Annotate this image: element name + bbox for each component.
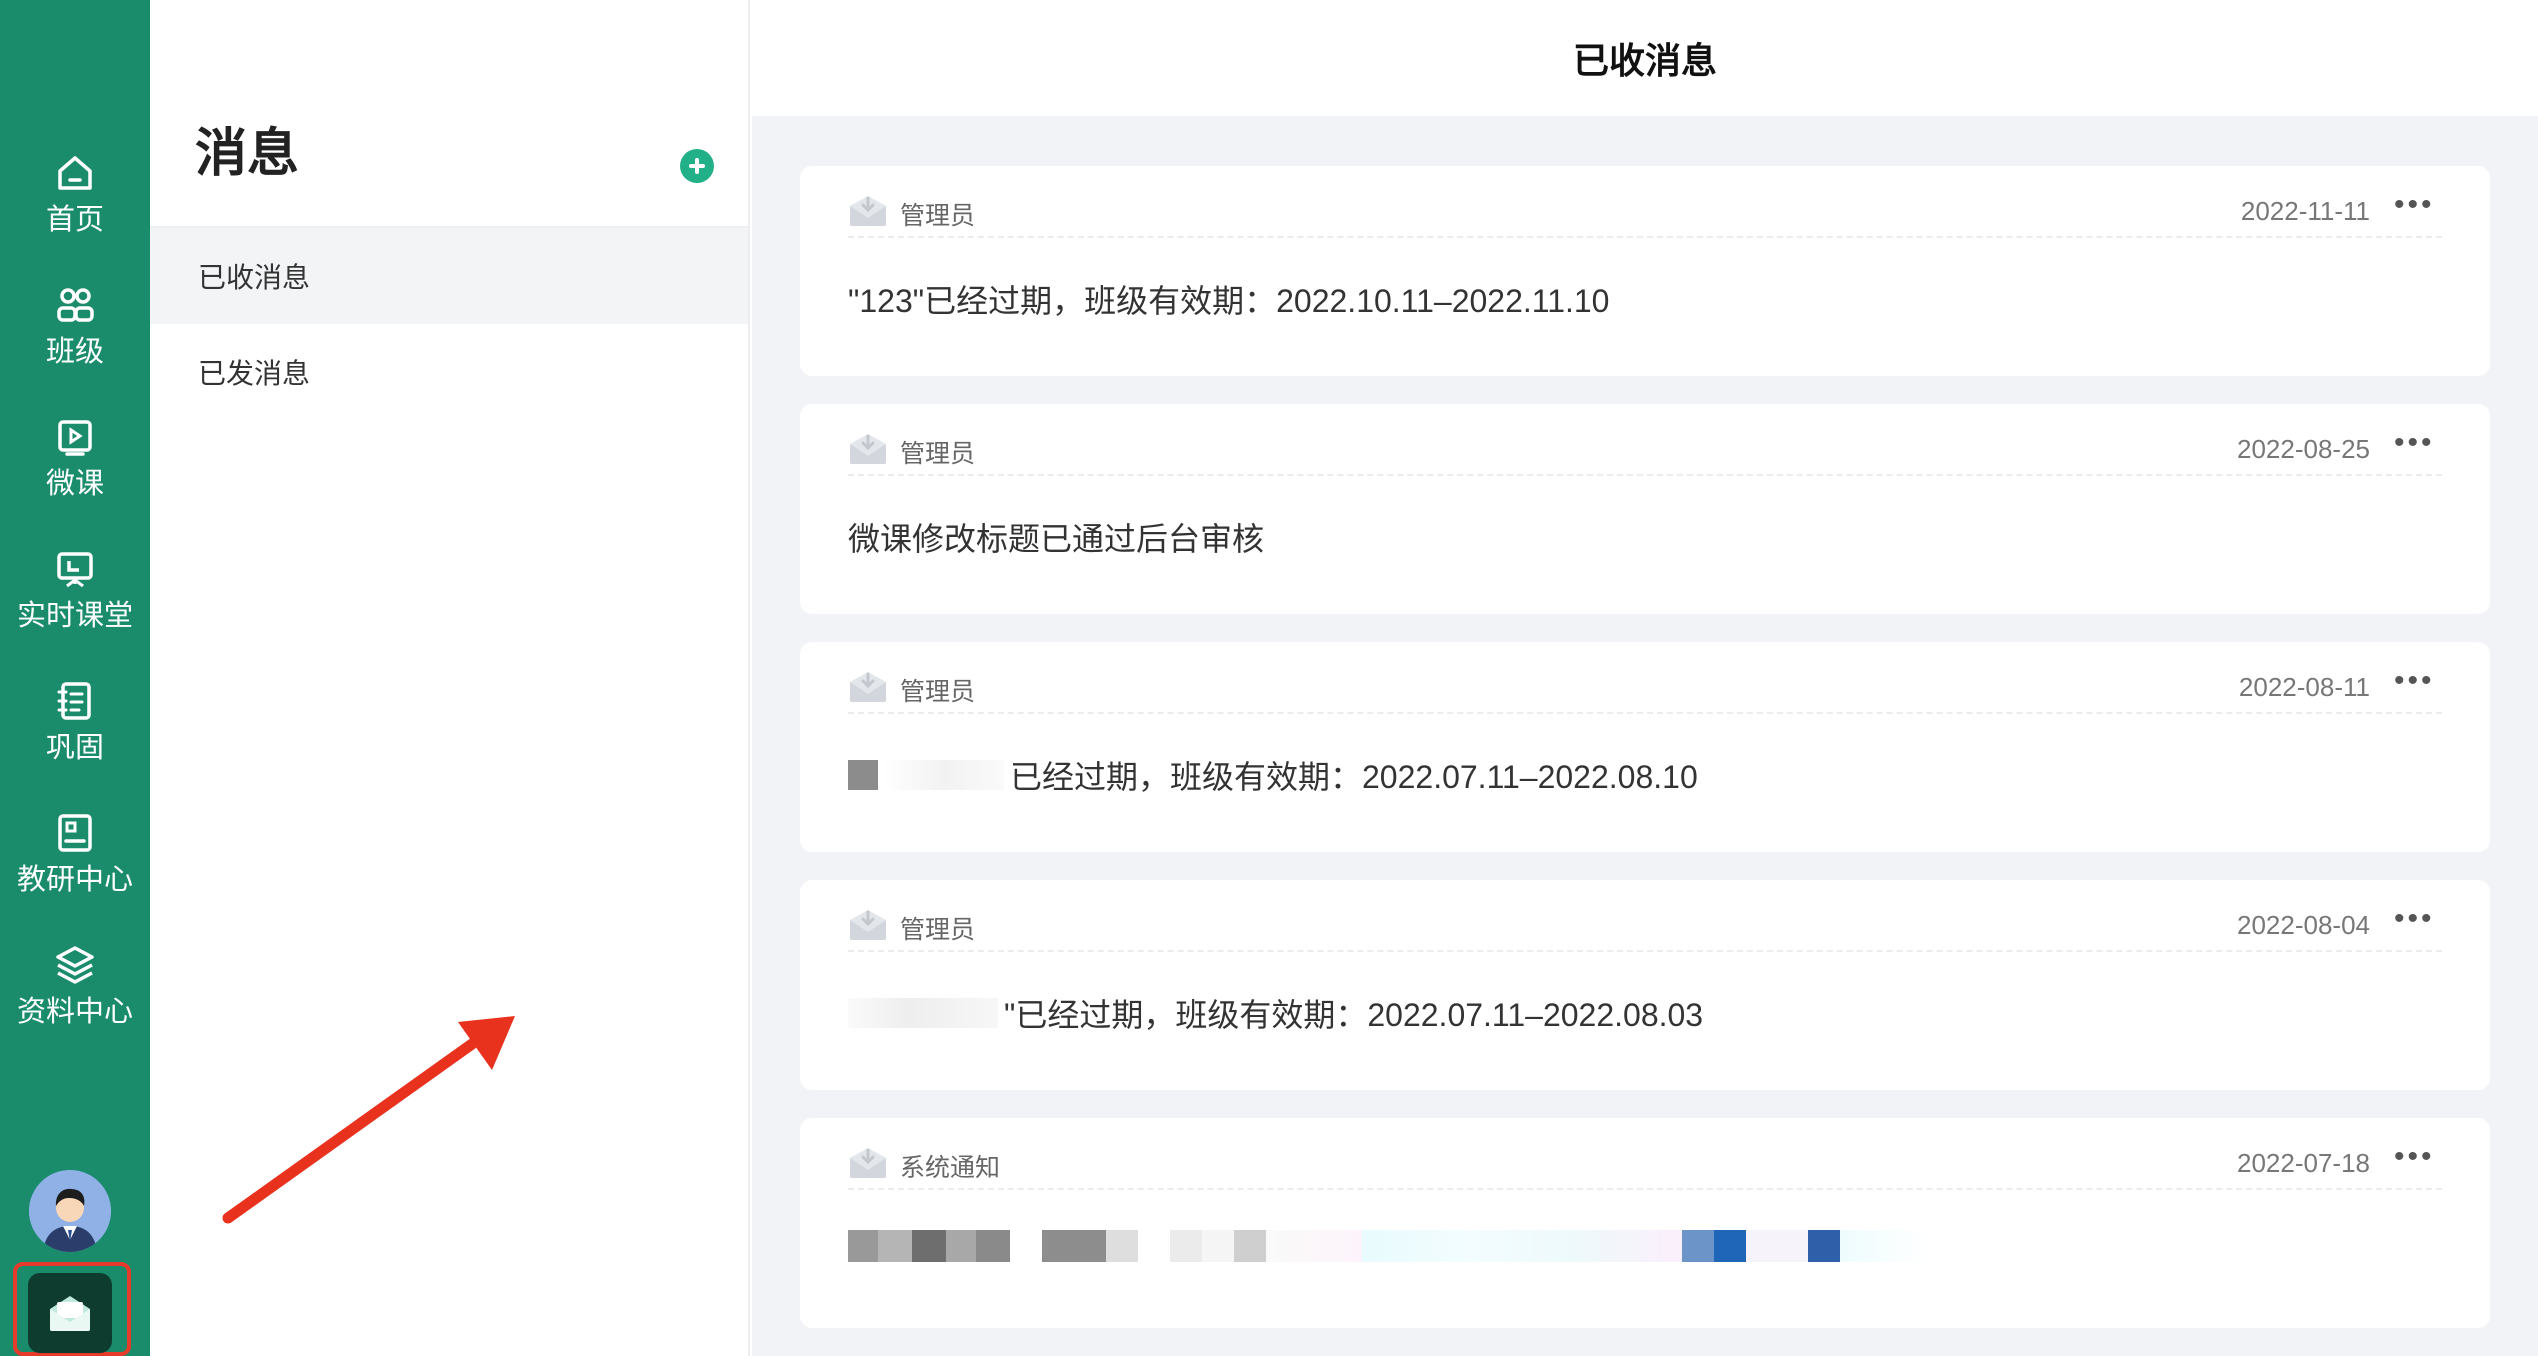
user-avatar[interactable]	[29, 1170, 111, 1252]
avatar-icon	[29, 1170, 111, 1252]
sidebar-title: 消息	[195, 125, 300, 183]
more-options-icon[interactable]: •••	[2394, 904, 2442, 938]
inbox-icon	[850, 672, 886, 702]
inbox-icon	[850, 434, 886, 464]
layers-icon	[56, 946, 94, 984]
research-icon	[58, 814, 92, 852]
micro-lesson-icon	[58, 420, 92, 456]
more-options-icon[interactable]: •••	[2394, 190, 2442, 224]
message-card[interactable]: 管理员 2022-08-04 ••• "已经过期，班级有效期：2022.07.1…	[800, 880, 2490, 1090]
inbox-icon	[850, 1148, 886, 1178]
mail-open-icon	[50, 1296, 90, 1331]
message-main: 已收消息 管理员 2022-11-11 ••• "123"已经过期，班级有效期：…	[752, 0, 2538, 1356]
message-date: 2022-11-11	[2240, 196, 2370, 226]
nav-research-center-label: 教研中心	[16, 864, 133, 896]
message-card[interactable]: 管理员 2022-08-11 ••• 已经过期，班级有效期：2022.07.11…	[800, 642, 2490, 852]
plus-circle-icon[interactable]	[680, 149, 714, 183]
message-card[interactable]: 系统通知 2022-07-18 •••	[800, 1118, 2490, 1328]
more-options-icon[interactable]: •••	[2394, 666, 2442, 700]
sidebar-item-sent[interactable]: 已发消息	[150, 324, 748, 420]
messages-button[interactable]	[28, 1273, 112, 1353]
message-card-header: 管理员 2022-11-11 •••	[848, 190, 2442, 238]
message-sender: 管理员	[900, 440, 976, 468]
nav-resource-center[interactable]: 资料中心	[0, 942, 150, 1062]
message-card-header: 系统通知 2022-07-18 •••	[848, 1142, 2442, 1190]
nav-class-label: 班级	[45, 336, 104, 368]
nav-resource-center-label: 资料中心	[16, 996, 133, 1028]
message-date: 2022-07-18	[2237, 1148, 2370, 1178]
message-sender: 管理员	[900, 916, 976, 944]
redacted-block	[848, 760, 878, 790]
message-card-header: 管理员 2022-08-04 •••	[848, 904, 2442, 952]
redacted-content	[848, 1230, 1988, 1262]
main-header: 已收消息	[752, 0, 2538, 116]
nav-research-center[interactable]: 教研中心	[0, 810, 150, 930]
message-text: "已经过期，班级有效期：2022.07.11–2022.08.03	[1004, 997, 1704, 1033]
message-content: "123"已经过期，班级有效期：2022.10.11–2022.11.10	[848, 276, 1609, 322]
message-sidebar: 消息 已收消息 已发消息	[150, 0, 750, 1356]
sidebar-item-received[interactable]: 已收消息	[150, 228, 748, 324]
message-card[interactable]: 管理员 2022-11-11 ••• "123"已经过期，班级有效期：2022.…	[800, 166, 2490, 376]
nav-class[interactable]: 班级	[0, 282, 150, 402]
message-card-header: 管理员 2022-08-25 •••	[848, 428, 2442, 476]
inbox-icon	[850, 910, 886, 940]
message-sender: 系统通知	[900, 1154, 1001, 1182]
redacted-block	[848, 998, 998, 1028]
message-content: "已经过期，班级有效期：2022.07.11–2022.08.03	[848, 990, 1703, 1036]
consolidate-icon	[57, 682, 91, 720]
live-class-icon	[57, 552, 93, 588]
nav-live-class[interactable]: 实时课堂	[0, 546, 150, 666]
redacted-block	[884, 760, 1004, 790]
nav-consolidate[interactable]: 巩固	[0, 678, 150, 798]
message-content: 微课修改标题已通过后台审核	[848, 514, 1264, 560]
message-content: 已经过期，班级有效期：2022.07.11–2022.08.10	[848, 752, 1698, 798]
message-text: 微课修改标题已通过后台审核	[848, 521, 1265, 557]
message-date: 2022-08-04	[2237, 910, 2370, 940]
nav-micro-lesson-label: 微课	[45, 468, 104, 500]
message-sender: 管理员	[900, 202, 976, 230]
nav-home-label: 首页	[45, 204, 104, 236]
message-text: "123"已经过期，班级有效期：2022.10.11–2022.11.10	[848, 283, 1610, 319]
sidebar-item-label: 已收消息	[198, 262, 311, 293]
nav-consolidate-label: 巩固	[45, 732, 104, 764]
sidebar-item-label: 已发消息	[198, 358, 311, 389]
message-date: 2022-08-11	[2238, 672, 2370, 702]
more-options-icon[interactable]: •••	[2394, 428, 2442, 462]
message-card[interactable]: 管理员 2022-08-25 ••• 微课修改标题已通过后台审核	[800, 404, 2490, 614]
page-title: 已收消息	[1572, 40, 1717, 81]
class-icon	[57, 288, 94, 322]
message-card-header: 管理员 2022-08-11 •••	[848, 666, 2442, 714]
nav-micro-lesson[interactable]: 微课	[0, 414, 150, 534]
message-text: 已经过期，班级有效期：2022.07.11–2022.08.10	[1010, 759, 1698, 795]
nav-home[interactable]: 首页	[0, 150, 150, 270]
nav-live-class-label: 实时课堂	[16, 600, 133, 632]
inbox-icon	[850, 196, 886, 226]
message-sender: 管理员	[900, 678, 976, 706]
message-date: 2022-08-25	[2237, 434, 2370, 464]
main-nav-rail: 首页 班级 微课 实时课堂 巩固 教研中心 资料中心	[0, 0, 150, 1356]
home-icon	[58, 156, 92, 190]
more-options-icon[interactable]: •••	[2394, 1142, 2442, 1176]
